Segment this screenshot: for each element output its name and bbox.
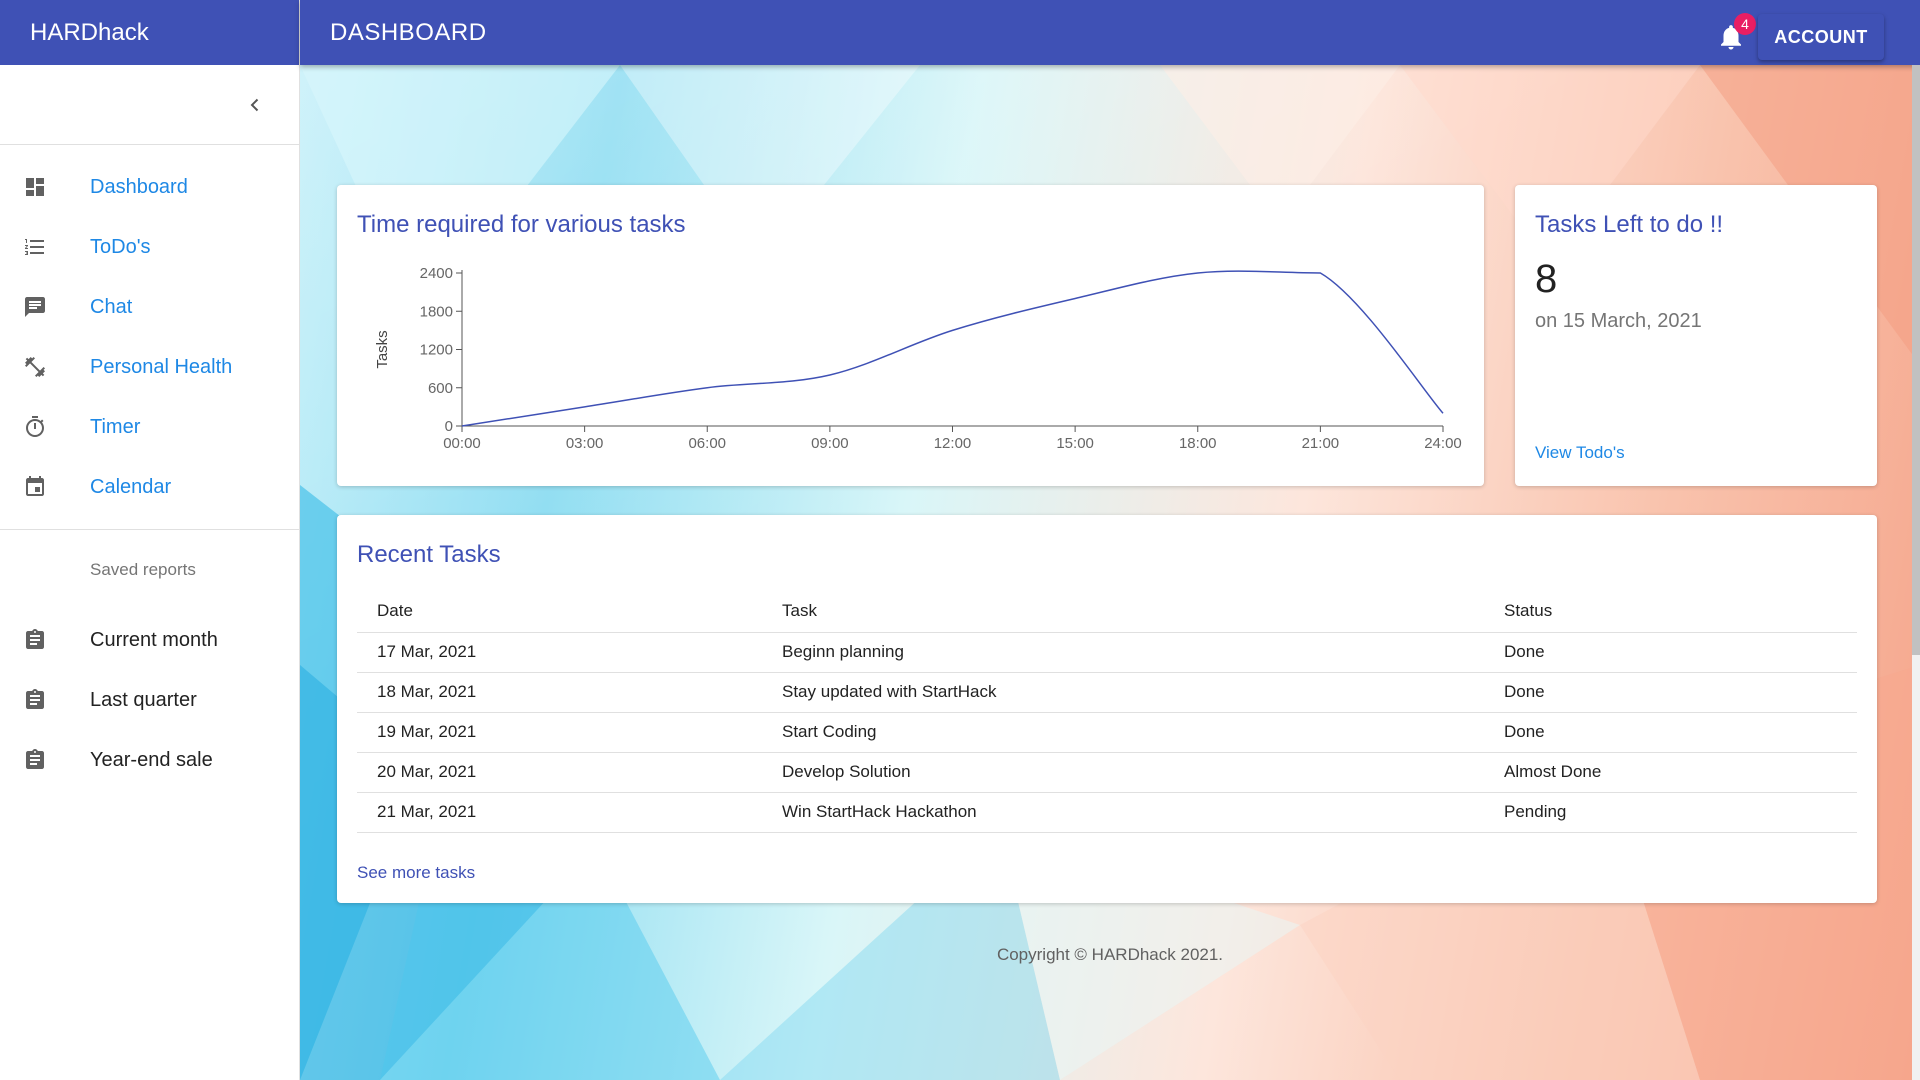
timer-icon xyxy=(22,414,48,440)
table-row: 20 Mar, 2021 Develop Solution Almost Don… xyxy=(357,752,1857,793)
x-tick-label: 18:00 xyxy=(1179,435,1217,452)
cell-date: 20 Mar, 2021 xyxy=(357,752,762,793)
calendar-icon xyxy=(22,474,48,500)
cell-status: Pending xyxy=(1484,792,1857,833)
table-row: 21 Mar, 2021 Win StartHack Hackathon Pen… xyxy=(357,792,1857,833)
cell-task: Stay updated with StartHack xyxy=(762,672,1484,713)
main-content: Time required for various tasks 0 600 1200… xyxy=(300,65,1920,1080)
sidebar-item-label: Dashboard xyxy=(90,175,188,198)
cell-status: Done xyxy=(1484,672,1857,713)
cell-date: 17 Mar, 2021 xyxy=(357,632,762,673)
recent-tasks-table: Date Task Status 17 Mar, 2021 Beginn pla… xyxy=(357,590,1857,833)
x-tick-label: 03:00 xyxy=(566,435,604,452)
y-tick-label: 2400 xyxy=(420,265,453,282)
y-tick-label: 1200 xyxy=(420,342,453,359)
tasks-left-count: 8 xyxy=(1535,257,1558,301)
sidebar-item-chat[interactable]: Chat xyxy=(0,277,299,337)
sidebar: HARDhack Dashboard ToDo's Chat Personal … xyxy=(0,0,300,1080)
report-item-year-end-sale[interactable]: Year-end sale xyxy=(0,730,299,790)
cell-date: 18 Mar, 2021 xyxy=(357,672,762,713)
table-row: 19 Mar, 2021 Start Coding Done xyxy=(357,712,1857,753)
x-tick-label: 15:00 xyxy=(1056,435,1094,452)
collapse-sidebar-button[interactable] xyxy=(241,91,269,119)
see-more-tasks-link[interactable]: See more tasks xyxy=(357,863,475,883)
sidebar-nav: Dashboard ToDo's Chat Personal Health Ti… xyxy=(0,145,299,530)
cell-task: Develop Solution xyxy=(762,752,1484,793)
table-row: 18 Mar, 2021 Stay updated with StartHack… xyxy=(357,672,1857,713)
view-todos-link[interactable]: View Todo's xyxy=(1535,443,1625,463)
column-header-task: Task xyxy=(762,590,1484,633)
notifications-button[interactable]: 4 xyxy=(1716,13,1756,52)
x-tick-label: 21:00 xyxy=(1302,435,1340,452)
report-item-label: Current month xyxy=(90,628,218,651)
x-tick-label: 00:00 xyxy=(443,435,481,452)
chart-card: Time required for various tasks 0 600 1200… xyxy=(337,185,1484,486)
sidebar-item-label: Timer xyxy=(90,415,141,438)
account-button[interactable]: ACCOUNT xyxy=(1758,14,1884,60)
table-row: 17 Mar, 2021 Beginn planning Done xyxy=(357,632,1857,673)
chevron-left-icon xyxy=(250,98,259,112)
x-tick-label: 24:00 xyxy=(1424,435,1462,452)
x-tick-label: 06:00 xyxy=(688,435,726,452)
y-tick-label: 600 xyxy=(428,380,453,397)
cell-task: Start Coding xyxy=(762,712,1484,753)
line-chart: 0 600 1200 1800 2400 00:00 03:00 06:00 09:00 12:0… xyxy=(374,265,1462,452)
cell-date: 21 Mar, 2021 xyxy=(357,792,762,833)
sidebar-collapse-row xyxy=(0,65,299,145)
clipboard-icon xyxy=(22,687,48,713)
scrollbar-thumb[interactable] xyxy=(1912,65,1920,655)
clipboard-icon xyxy=(22,627,48,653)
x-tick-label: 09:00 xyxy=(811,435,849,452)
fitness-icon xyxy=(22,354,48,380)
report-item-label: Last quarter xyxy=(90,688,197,711)
y-tick-label: 0 xyxy=(445,418,453,435)
report-item-last-quarter[interactable]: Last quarter xyxy=(0,670,299,730)
cell-task: Win StartHack Hackathon xyxy=(762,792,1484,833)
sidebar-item-todos[interactable]: ToDo's xyxy=(0,217,299,277)
cell-date: 19 Mar, 2021 xyxy=(357,712,762,753)
sidebar-item-label: Chat xyxy=(90,295,133,318)
cell-status: Done xyxy=(1484,712,1857,753)
cell-status: Done xyxy=(1484,632,1857,673)
sidebar-item-dashboard[interactable]: Dashboard xyxy=(0,157,299,217)
page-title: DASHBOARD xyxy=(330,18,487,46)
saved-reports-header: Saved reports xyxy=(90,560,196,579)
tasks-left-card: Tasks Left to do !! 8 on 15 March, 2021 … xyxy=(1515,185,1877,486)
column-header-date: Date xyxy=(357,590,762,633)
notification-badge: 4 xyxy=(1734,13,1756,35)
list-icon xyxy=(22,234,48,260)
series-line xyxy=(461,270,1444,427)
brand-bar: HARDhack xyxy=(0,0,299,65)
y-axis-label: Tasks xyxy=(374,330,391,368)
sidebar-item-label: ToDo's xyxy=(90,235,151,258)
column-header-status: Status xyxy=(1484,590,1857,633)
sidebar-item-timer[interactable]: Timer xyxy=(0,397,299,457)
report-item-current-month[interactable]: Current month xyxy=(0,610,299,670)
sidebar-item-calendar[interactable]: Calendar xyxy=(0,457,299,517)
cell-task: Beginn planning xyxy=(762,632,1484,673)
recent-tasks-title: Recent Tasks xyxy=(357,541,501,568)
brand-name: HARDhack xyxy=(30,18,149,46)
sidebar-item-label: Calendar xyxy=(90,475,172,498)
report-item-label: Year-end sale xyxy=(90,748,213,771)
table-header-row: Date Task Status xyxy=(357,590,1857,633)
sidebar-item-personal-health[interactable]: Personal Health xyxy=(0,337,299,397)
copyright-text: Copyright © HARDhack 2021. xyxy=(996,945,1224,964)
recent-tasks-card: Recent Tasks Date Task Status 17 Mar, 20… xyxy=(337,515,1877,903)
tasks-left-title: Tasks Left to do !! xyxy=(1535,211,1724,238)
clipboard-icon xyxy=(22,747,48,773)
cell-status: Almost Done xyxy=(1484,752,1857,793)
sidebar-item-label: Personal Health xyxy=(90,355,233,378)
dashboard-icon xyxy=(22,174,48,200)
chat-icon xyxy=(22,294,48,320)
x-tick-label: 12:00 xyxy=(934,435,972,452)
top-app-bar: DASHBOARD 4 ACCOUNT xyxy=(300,0,1920,65)
y-tick-label: 1800 xyxy=(420,303,453,320)
tasks-left-date: on 15 March, 2021 xyxy=(1535,310,1702,332)
